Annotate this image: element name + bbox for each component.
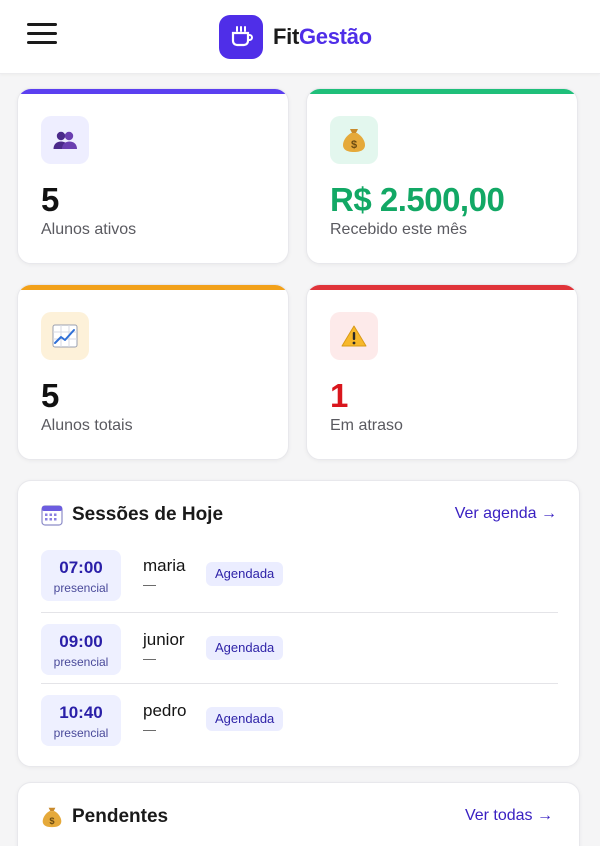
brand-name-part2: Gestão [298, 24, 372, 49]
panel-title: $ Pendentes [41, 805, 168, 829]
accent-bar [18, 285, 288, 290]
stat-value: R$ 2.500,00 [330, 181, 505, 218]
people-icon [41, 116, 89, 164]
accent-bar [307, 285, 577, 290]
top-bar: FitGestão [0, 0, 600, 74]
session-student-name: pedro [143, 701, 187, 720]
view-schedule-link[interactable]: Ver agenda → [455, 505, 557, 523]
calendar-icon [41, 504, 63, 526]
stat-card-received-month[interactable]: $ R$ 2.500,00 Recebido este mês [306, 88, 578, 264]
session-row[interactable]: 10:40 presencial pedro — Agendada [41, 692, 558, 763]
session-detail: — [143, 651, 156, 666]
stat-label: Recebido este mês [330, 221, 467, 238]
sessions-today-panel: Sessões de Hoje Ver agenda → 07:00 prese… [17, 480, 580, 767]
stat-value: 5 [41, 181, 59, 218]
session-mode: presencial [53, 655, 109, 669]
status-badge: Agendada [206, 636, 284, 660]
stat-label: Em atraso [330, 417, 403, 434]
svg-text:$: $ [49, 816, 55, 826]
session-time-value: 10:40 [59, 703, 103, 722]
session-time-value: 09:00 [59, 632, 103, 651]
stat-label: Alunos totais [41, 417, 133, 434]
session-time: 09:00 presencial [41, 624, 121, 675]
coffee-cup-icon [219, 15, 263, 59]
brand[interactable]: FitGestão [219, 15, 372, 59]
status-badge: Agendada [206, 562, 284, 586]
session-mode: presencial [53, 726, 109, 740]
menu-icon[interactable] [27, 22, 57, 46]
brand-name: FitGestão [273, 24, 372, 50]
session-mode: presencial [53, 581, 109, 595]
session-row[interactable]: 07:00 presencial maria — Agendada [41, 547, 558, 618]
session-row[interactable]: 09:00 presencial junior — Agendada [41, 621, 558, 692]
view-all-link[interactable]: Ver todas → [465, 807, 553, 825]
brand-name-part1: Fit [273, 24, 299, 49]
panel-title-text: Pendentes [72, 806, 169, 827]
stat-label: Alunos ativos [41, 221, 137, 238]
accent-bar [18, 89, 288, 94]
session-time: 07:00 presencial [41, 550, 121, 601]
divider [41, 612, 558, 613]
session-time-value: 07:00 [59, 558, 103, 577]
session-detail: — [143, 722, 156, 737]
panel-title-text: Sessões de Hoje [72, 504, 224, 525]
pending-panel: $ Pendentes Ver todas → [17, 782, 580, 846]
stat-card-active-students[interactable]: 5 Alunos ativos [17, 88, 289, 264]
panel-title: Sessões de Hoje [41, 503, 223, 527]
money-bag-icon: $ [330, 116, 378, 164]
accent-bar [307, 89, 577, 94]
status-badge: Agendada [206, 707, 284, 731]
chart-increasing-icon [41, 312, 89, 360]
stat-value: 1 [330, 377, 348, 414]
session-student-name: junior [143, 630, 185, 649]
stat-value: 5 [41, 377, 59, 414]
stat-card-total-students[interactable]: 5 Alunos totais [17, 284, 289, 460]
session-time: 10:40 presencial [41, 695, 121, 746]
session-student-name: maria [143, 556, 186, 575]
session-detail: — [143, 577, 156, 592]
stat-card-overdue[interactable]: 1 Em atraso [306, 284, 578, 460]
divider [41, 683, 558, 684]
warning-icon [330, 312, 378, 360]
svg-text:$: $ [351, 139, 357, 151]
money-bag-icon: $ [41, 806, 63, 828]
